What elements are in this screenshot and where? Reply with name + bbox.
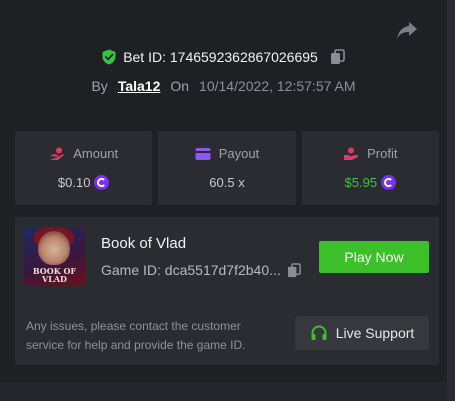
share-icon	[397, 22, 417, 39]
username-link[interactable]: Tala12	[118, 78, 161, 94]
copy-game-id-icon[interactable]	[287, 262, 302, 278]
play-now-button[interactable]: Play Now	[319, 241, 429, 273]
coin-icon	[94, 175, 110, 190]
copy-bet-id-icon[interactable]	[330, 49, 346, 65]
coin-icon	[381, 175, 397, 190]
bet-details-panel: Bet ID: 1746592362867026695 By Tala12 On…	[0, 0, 455, 401]
support-notice: Any issues, please contact the customer …	[26, 319, 246, 352]
game-thumbnail-logo: BOOK OF VLAD	[32, 266, 77, 284]
hand-money-icon	[344, 147, 359, 160]
stat-amount-label: Amount	[73, 146, 119, 161]
author-line: By Tala12 On 10/14/2022, 12:57:57 AM	[0, 78, 447, 94]
on-label: On	[170, 78, 190, 94]
stat-amount-value: $0.10	[57, 175, 91, 190]
stat-payout-value: 60.5 x	[209, 175, 245, 190]
game-id-line: Game ID: dca5517d7f2b40...	[101, 262, 302, 278]
live-support-label: Live Support	[335, 325, 415, 341]
wallet-icon	[195, 147, 211, 160]
headset-icon	[311, 325, 327, 340]
live-support-button[interactable]: Live Support	[295, 316, 429, 350]
bottom-strip	[0, 382, 447, 401]
bet-stats: Amount $0.10 Payout 60.5 x Profit $5.95	[15, 131, 439, 205]
bet-id-text: Bet ID: 1746592362867026695	[123, 49, 318, 65]
game-id-text: Game ID: dca5517d7f2b40...	[101, 262, 281, 278]
game-thumbnail[interactable]: BOOK OF VLAD	[24, 227, 85, 286]
scroll-track	[447, 0, 455, 401]
bet-datetime: 10/14/2022, 12:57:57 AM	[199, 78, 356, 94]
game-title: Book of Vlad	[101, 235, 187, 252]
stat-profit-value: $5.95	[344, 175, 378, 190]
hand-coin-icon	[50, 147, 65, 160]
stat-payout-label: Payout	[218, 146, 260, 161]
by-label: By	[91, 78, 108, 94]
bet-id-line: Bet ID: 1746592362867026695	[0, 49, 447, 65]
verified-shield-icon	[102, 49, 116, 65]
share-button[interactable]	[396, 20, 418, 40]
stat-profit: Profit $5.95	[301, 131, 439, 205]
stat-payout: Payout 60.5 x	[158, 131, 296, 205]
game-card: BOOK OF VLAD Book of Vlad Game ID: dca55…	[15, 217, 439, 365]
stat-profit-label: Profit	[367, 146, 398, 161]
stat-amount: Amount $0.10	[15, 131, 153, 205]
